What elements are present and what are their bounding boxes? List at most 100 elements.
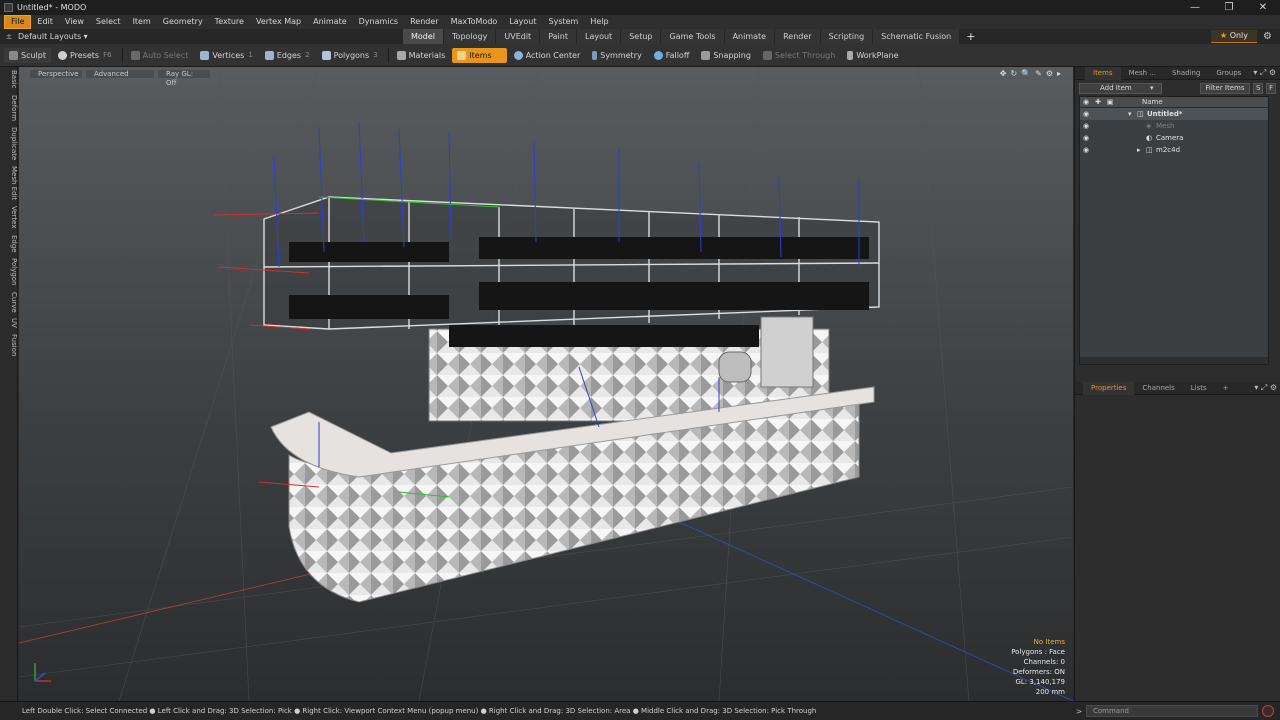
sculpt-button[interactable]: Sculpt xyxy=(4,47,51,63)
falloff-button[interactable]: Falloff xyxy=(649,48,695,63)
materials-button[interactable]: Materials xyxy=(392,48,451,63)
tool-tab-deform[interactable]: Deform xyxy=(0,92,18,124)
tab-paint[interactable]: Paint xyxy=(540,29,576,44)
presets-button[interactable]: Presets F6 xyxy=(53,48,117,63)
minimize-button[interactable]: — xyxy=(1178,0,1212,15)
menu-vertex-map[interactable]: Vertex Map xyxy=(250,15,307,29)
list-item-untitled[interactable]: ◉ ▾ ◫ Untitled* xyxy=(1080,108,1268,120)
tab-mesh[interactable]: Mesh ... xyxy=(1121,67,1164,80)
viewport-expand-icon[interactable]: ▸ xyxy=(1057,69,1061,78)
tab-topology[interactable]: Topology xyxy=(444,29,496,44)
expand-icon[interactable]: ▸ xyxy=(1137,146,1146,154)
auto-select-button[interactable]: Auto Select xyxy=(126,48,194,63)
menu-file[interactable]: File xyxy=(4,15,32,29)
select-through-button[interactable]: Select Through xyxy=(758,48,840,63)
tool-tab-polygon[interactable]: Polygon xyxy=(0,255,18,289)
horizontal-scrollbar[interactable] xyxy=(1080,357,1268,364)
gear-icon[interactable]: ⚙ xyxy=(1263,31,1272,42)
tool-tab-duplicate[interactable]: Duplicate xyxy=(0,124,18,163)
tab-channels[interactable]: Channels xyxy=(1134,382,1182,395)
item-list-header: ◉ ✚ ▣ Name xyxy=(1080,97,1268,108)
tab-setup[interactable]: Setup xyxy=(621,29,661,44)
tool-tab-uv[interactable]: UV xyxy=(0,315,18,331)
edges-button[interactable]: Edges 2 xyxy=(260,48,315,63)
default-layouts-dropdown[interactable]: Default Layouts ▾ xyxy=(18,32,138,41)
zoom-icon[interactable]: 🔍 xyxy=(1021,69,1031,78)
tab-groups[interactable]: Groups xyxy=(1208,67,1249,80)
menu-edit[interactable]: Edit xyxy=(31,15,59,29)
tab-schematic-fusion[interactable]: Schematic Fusion xyxy=(873,29,960,44)
snapping-icon xyxy=(701,50,711,60)
tab-shading[interactable]: Shading xyxy=(1164,67,1208,80)
tab-lists[interactable]: Lists xyxy=(1183,382,1215,395)
menu-maxtomodo[interactable]: MaxToModo xyxy=(445,15,504,29)
tool-tab-basic[interactable]: Basic xyxy=(0,67,18,92)
menu-item[interactable]: Item xyxy=(127,15,157,29)
tool-tab-fusion[interactable]: Fusion xyxy=(0,331,18,359)
tool-tab-edge[interactable]: Edge xyxy=(0,232,18,256)
snapping-button[interactable]: Snapping xyxy=(696,48,756,63)
add-panel-tab-button[interactable]: + xyxy=(1215,382,1237,395)
tab-render[interactable]: Render xyxy=(775,29,820,44)
menu-layout[interactable]: Layout xyxy=(503,15,542,29)
menu-texture[interactable]: Texture xyxy=(209,15,250,29)
list-item-mesh[interactable]: ◉ ◈ Mesh xyxy=(1080,120,1268,132)
tab-uvedit[interactable]: UVEdit xyxy=(496,29,540,44)
eye-icon[interactable]: ◉ xyxy=(1080,134,1092,142)
tool-tab-mesh-edit[interactable]: Mesh Edit xyxy=(0,163,18,203)
tab-model[interactable]: Model xyxy=(403,29,444,44)
filter-items-button[interactable]: Filter Items xyxy=(1199,82,1251,94)
tab-layout[interactable]: Layout xyxy=(576,29,621,44)
expand-icon[interactable]: ▾ xyxy=(1128,110,1137,118)
f-button[interactable]: F xyxy=(1266,82,1276,94)
tool-tab-vertex[interactable]: Vertex xyxy=(0,203,18,232)
polygons-button[interactable]: Polygons 3 xyxy=(317,48,383,63)
tool-tab-curve[interactable]: Curve xyxy=(0,289,18,316)
3d-viewport[interactable]: Perspective Advanced Ray GL: Off ✥ ↻ 🔍 ✎… xyxy=(19,67,1073,701)
menu-dynamics[interactable]: Dynamics xyxy=(353,15,404,29)
viewport-settings-icon[interactable]: ⚙ xyxy=(1046,69,1053,78)
tab-items[interactable]: Items xyxy=(1085,66,1121,80)
viewport-nav-icons: ✥ ↻ 🔍 ✎ ⚙ ▸ xyxy=(996,69,1061,78)
menu-help[interactable]: Help xyxy=(584,15,614,29)
eye-icon[interactable]: ◉ xyxy=(1080,110,1092,118)
vertices-button[interactable]: Vertices 1 xyxy=(195,48,257,63)
workplane-button[interactable]: WorkPlane xyxy=(842,48,903,63)
list-item-camera[interactable]: ◉ ◐ Camera xyxy=(1080,132,1268,144)
menu-geometry[interactable]: Geometry xyxy=(157,15,209,29)
panel-options-icon[interactable]: ▾ ⤢ ⚙ xyxy=(1253,68,1276,78)
s-button[interactable]: S xyxy=(1253,82,1264,94)
menu-system[interactable]: System xyxy=(543,15,585,29)
menu-select[interactable]: Select xyxy=(90,15,127,29)
items-button[interactable]: Items xyxy=(452,47,507,63)
tab-game-tools[interactable]: Game Tools xyxy=(661,29,724,44)
command-record-icon[interactable] xyxy=(1262,705,1274,717)
command-input[interactable]: Command xyxy=(1086,705,1258,717)
action-center-button[interactable]: Action Center xyxy=(509,48,586,63)
add-tab-button[interactable]: + xyxy=(966,29,975,44)
raygl-toggle[interactable]: Ray GL: Off xyxy=(157,69,211,87)
pin-icon[interactable]: ± xyxy=(0,32,18,41)
tab-properties[interactable]: Properties xyxy=(1083,381,1135,395)
list-item-m2c4d[interactable]: ◉ ▸ ◫ m2c4d xyxy=(1080,144,1268,156)
edit-icon[interactable]: ✎ xyxy=(1035,69,1042,78)
rotate-icon[interactable]: ↻ xyxy=(1010,69,1017,78)
add-item-button[interactable]: Add Item ▾ xyxy=(1079,82,1162,94)
perspective-dropdown[interactable]: Perspective xyxy=(29,69,83,79)
tab-animate[interactable]: Animate xyxy=(724,29,775,44)
menu-render[interactable]: Render xyxy=(404,15,444,29)
falloff-label: Falloff xyxy=(665,50,690,60)
close-button[interactable]: ✕ xyxy=(1246,0,1280,15)
auto-select-icon xyxy=(130,50,140,60)
only-toggle[interactable]: ★ Only xyxy=(1211,30,1257,43)
eye-icon[interactable]: ◉ xyxy=(1080,122,1092,130)
menu-view[interactable]: View xyxy=(59,15,90,29)
panel-options-icon[interactable]: ▾ ⤢ ⚙ xyxy=(1254,383,1277,393)
maximize-button[interactable]: ❐ xyxy=(1212,0,1246,15)
advanced-dropdown[interactable]: Advanced xyxy=(85,69,155,79)
tab-scripting[interactable]: Scripting xyxy=(820,29,873,44)
menu-animate[interactable]: Animate xyxy=(307,15,353,29)
pan-icon[interactable]: ✥ xyxy=(1000,69,1007,78)
symmetry-button[interactable]: Symmetry xyxy=(587,48,646,63)
eye-icon[interactable]: ◉ xyxy=(1080,146,1092,154)
